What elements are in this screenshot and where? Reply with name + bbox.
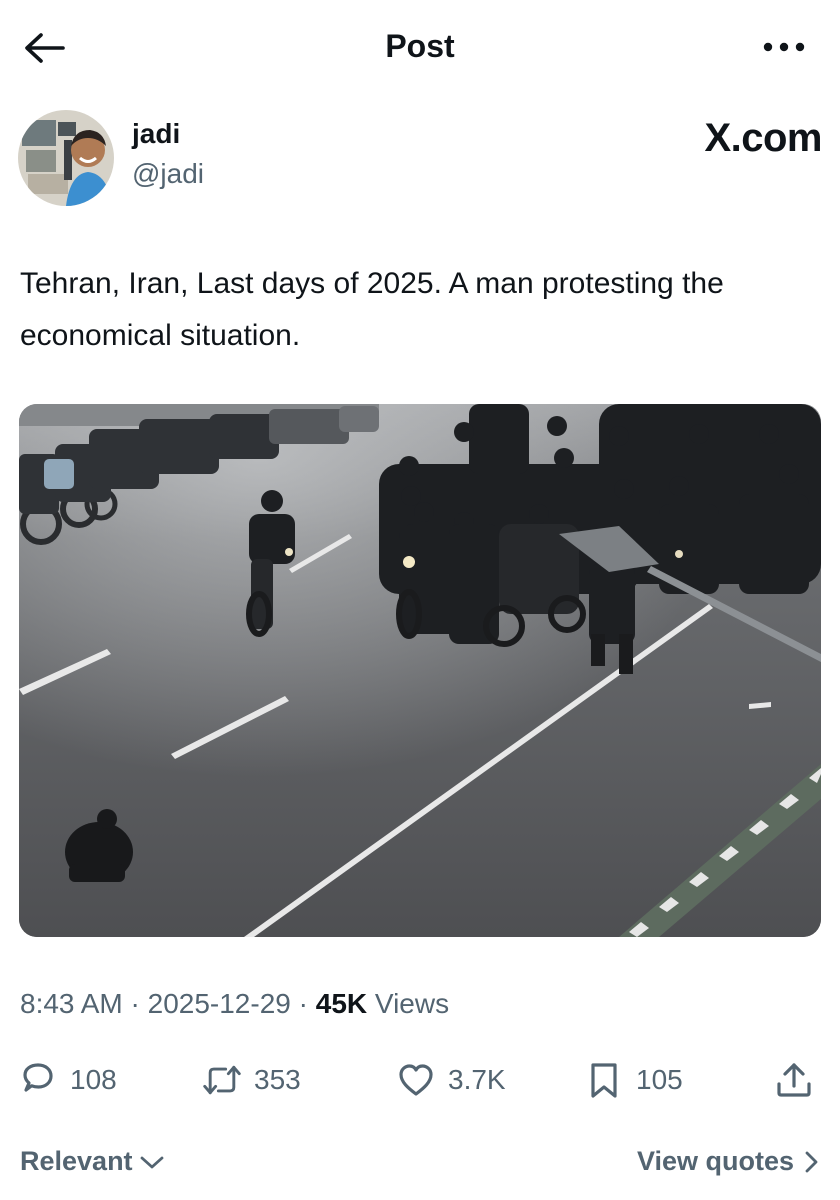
like-count: 3.7K [448, 1064, 506, 1095]
bookmark-button[interactable]: 105 [584, 1056, 683, 1104]
author-handle[interactable]: @jadi [132, 158, 204, 190]
repost-count: 353 [254, 1064, 301, 1095]
post-photo[interactable] [19, 404, 821, 937]
reply-button[interactable]: 108 [18, 1056, 117, 1104]
share-icon [774, 1060, 814, 1100]
more-options-button[interactable] [756, 30, 812, 64]
view-quotes-link[interactable]: View quotes [637, 1146, 820, 1177]
sort-label: Relevant [20, 1146, 133, 1176]
post-date: 2025-12-29 [147, 988, 291, 1019]
view-quotes-label: View quotes [636, 1146, 794, 1176]
bookmark-icon [584, 1060, 624, 1100]
page-title: Post [385, 28, 455, 64]
sort-dropdown[interactable]: Relevant [20, 1146, 165, 1177]
avatar[interactable] [18, 110, 114, 206]
more-horizontal-icon [763, 42, 805, 52]
action-bar: 108 353 3.7K 105 [18, 1056, 822, 1104]
repost-button[interactable]: 353 [202, 1056, 301, 1104]
views-label: Views [374, 988, 450, 1019]
chevron-down-icon [140, 1156, 163, 1168]
reply-icon [18, 1060, 58, 1100]
bookmark-count: 105 [636, 1064, 683, 1095]
meta-separator: · [130, 988, 140, 1019]
top-bar: Post [0, 0, 840, 95]
meta-separator: · [298, 988, 308, 1019]
replies-header: Relevant View quotes [20, 1146, 820, 1186]
post-time: 8:43 AM [20, 988, 123, 1019]
reply-count: 108 [70, 1064, 117, 1095]
like-button[interactable]: 3.7K [396, 1056, 506, 1104]
chevron-right-icon [805, 1151, 818, 1172]
street-protest-photo [19, 404, 821, 937]
views-count[interactable]: 45K [316, 988, 367, 1019]
avatar-photo [18, 110, 114, 206]
watermark: X.com [704, 116, 822, 160]
author-row: jadi @jadi X.com [18, 108, 822, 208]
share-button[interactable] [774, 1056, 814, 1104]
post-text: Tehran, Iran, Last days of 2025. A man p… [20, 267, 724, 352]
repost-icon [202, 1060, 242, 1100]
heart-icon [396, 1060, 436, 1100]
post-meta: 8:43 AM · 2025-12-29 · 45K Views [20, 988, 449, 1020]
author-display-name[interactable]: jadi [132, 118, 180, 150]
